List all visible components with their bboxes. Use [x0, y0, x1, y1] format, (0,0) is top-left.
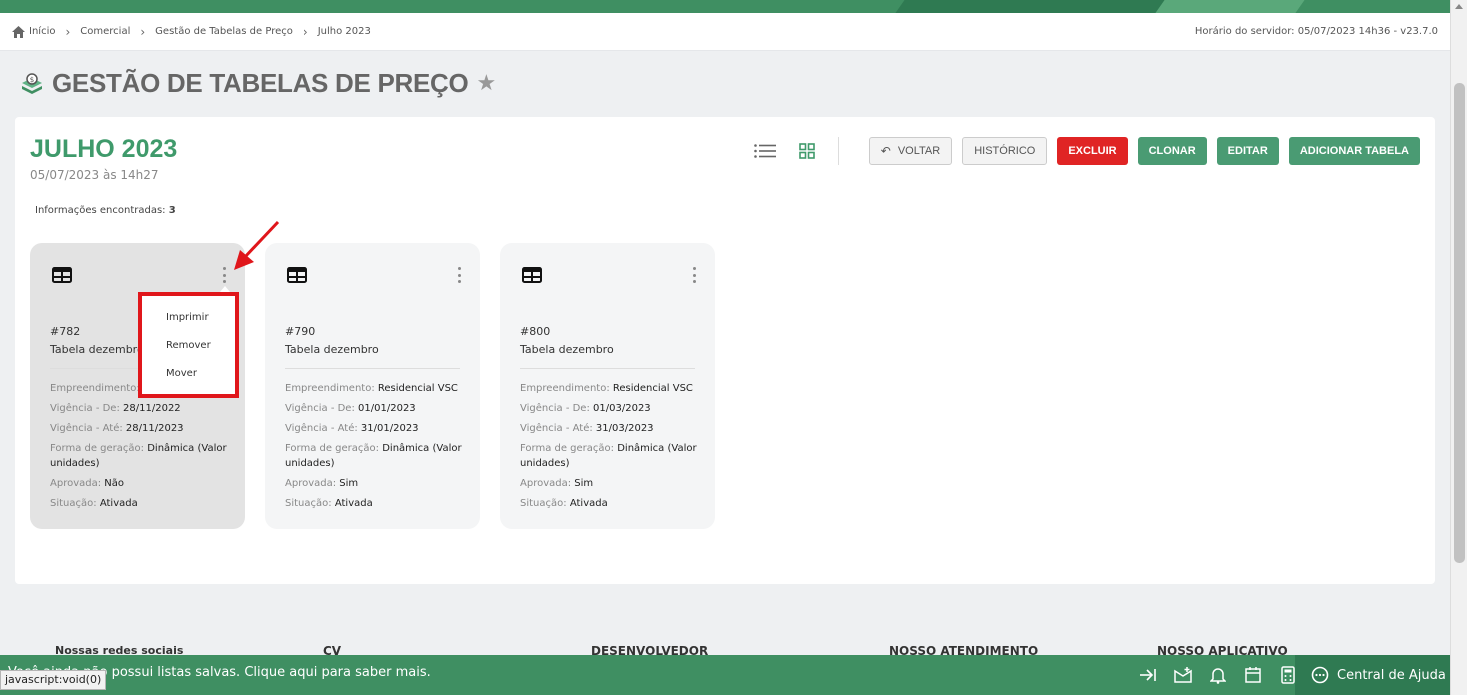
chevron-right-icon: ›: [302, 24, 308, 39]
help-center-label: Central de Ajuda: [1337, 667, 1446, 683]
kebab-menu-icon[interactable]: [691, 267, 697, 283]
breadcrumb-item-inicio[interactable]: Início: [29, 26, 55, 37]
breadcrumb-home[interactable]: Início: [12, 25, 55, 38]
collapse-icon[interactable]: [1136, 663, 1160, 687]
card-fields: Empreendimento: Residencial VSC Vigência…: [520, 383, 697, 509]
card-number: #782: [50, 325, 81, 338]
star-icon[interactable]: ★: [476, 71, 496, 96]
table-icon: [522, 267, 542, 283]
page-title: GESTÃO DE TABELAS DE PREÇO: [52, 68, 469, 98]
server-time: Horário do servidor: 05/07/2023 14h36 - …: [1194, 26, 1438, 37]
menu-item-remove[interactable]: Remover: [166, 340, 211, 351]
panel-subtitle: 05/07/2023 às 14h27: [30, 168, 159, 182]
breadcrumb-item-comercial[interactable]: Comercial: [80, 26, 130, 37]
undo-arrow-icon: ↶: [880, 144, 891, 158]
page-scrollbar[interactable]: [1450, 0, 1467, 695]
card-divider: [520, 368, 695, 369]
card-name: Tabela dezembro: [50, 343, 144, 356]
menu-item-print[interactable]: Imprimir: [166, 312, 209, 323]
help-center-button[interactable]: Central de Ajuda: [1295, 655, 1450, 695]
bottom-bar-icons: [1125, 663, 1300, 687]
calendar-icon[interactable]: [1241, 663, 1265, 687]
breadcrumb-item-current: Julho 2023: [317, 26, 371, 37]
page-header: $ GESTÃO DE TABELAS DE PREÇO ★: [20, 68, 496, 99]
card-name: Tabela dezembro: [285, 343, 379, 356]
scrollbar-thumb[interactable]: [1454, 83, 1465, 563]
kebab-menu-icon[interactable]: [456, 267, 462, 283]
back-button-label: VOLTAR: [897, 145, 941, 157]
bell-icon[interactable]: [1206, 663, 1230, 687]
home-icon: [12, 25, 25, 38]
list-view-icon[interactable]: [753, 140, 776, 162]
history-button[interactable]: HISTÓRICO: [962, 137, 1048, 165]
back-button[interactable]: ↶ VOLTAR: [868, 137, 953, 165]
delete-button[interactable]: EXCLUIR: [1057, 137, 1128, 165]
menu-caret: [220, 286, 230, 292]
menu-item-move[interactable]: Mover: [166, 368, 197, 379]
breadcrumb-item-gestao[interactable]: Gestão de Tabelas de Preço: [155, 26, 293, 37]
card-name: Tabela dezembro: [520, 343, 614, 356]
price-table-card[interactable]: #790 Tabela dezembro Empreendimento: Res…: [265, 243, 480, 529]
table-icon: [52, 267, 72, 283]
edit-button[interactable]: EDITAR: [1216, 137, 1279, 165]
card-fields: Empreendimento: Vigência - De: 28/11/202…: [50, 383, 227, 509]
table-icon: [287, 267, 307, 283]
card-divider: [285, 368, 460, 369]
grid-view-icon[interactable]: [796, 140, 818, 162]
clone-button[interactable]: CLONAR: [1137, 137, 1207, 165]
chevron-right-icon: ›: [140, 24, 146, 39]
chevron-right-icon: ›: [65, 24, 71, 39]
price-table-card[interactable]: #800 Tabela dezembro Empreendimento: Res…: [500, 243, 715, 529]
add-table-button[interactable]: ADICIONAR TABELA: [1288, 137, 1420, 165]
card-number: #790: [285, 325, 316, 338]
card-fields: Empreendimento: Residencial VSC Vigência…: [285, 383, 462, 509]
kebab-menu-icon[interactable]: [221, 267, 227, 283]
toolbar-divider: [837, 137, 839, 165]
card-number: #800: [520, 325, 551, 338]
toolbar: ↶ VOLTAR HISTÓRICO EXCLUIR CLONAR EDITAR…: [753, 137, 1420, 165]
price-table-module-icon: $: [22, 72, 42, 94]
top-brand-strip: [0, 0, 1450, 13]
breadcrumb: Início › Comercial › Gestão de Tabelas de …: [0, 13, 1450, 51]
chat-icon: [1311, 666, 1329, 684]
results-count: Informações encontradas: 3: [35, 205, 176, 216]
card-actions-menu: Imprimir Remover Mover: [138, 286, 239, 398]
annotation-arrow-icon: [234, 220, 280, 270]
inbox-icon[interactable]: [1171, 663, 1195, 687]
scroll-up-icon[interactable]: [1455, 4, 1463, 9]
browser-status-url: javascript:void(0): [0, 670, 107, 690]
svg-text:$: $: [30, 76, 34, 84]
bottom-bar: Você ainda não possui listas salvas. Cli…: [0, 655, 1450, 695]
footer-headings: Nossas redes sociais CV DESENVOLVEDOR NO…: [0, 640, 1450, 656]
panel-title: JULHO 2023: [30, 135, 178, 163]
